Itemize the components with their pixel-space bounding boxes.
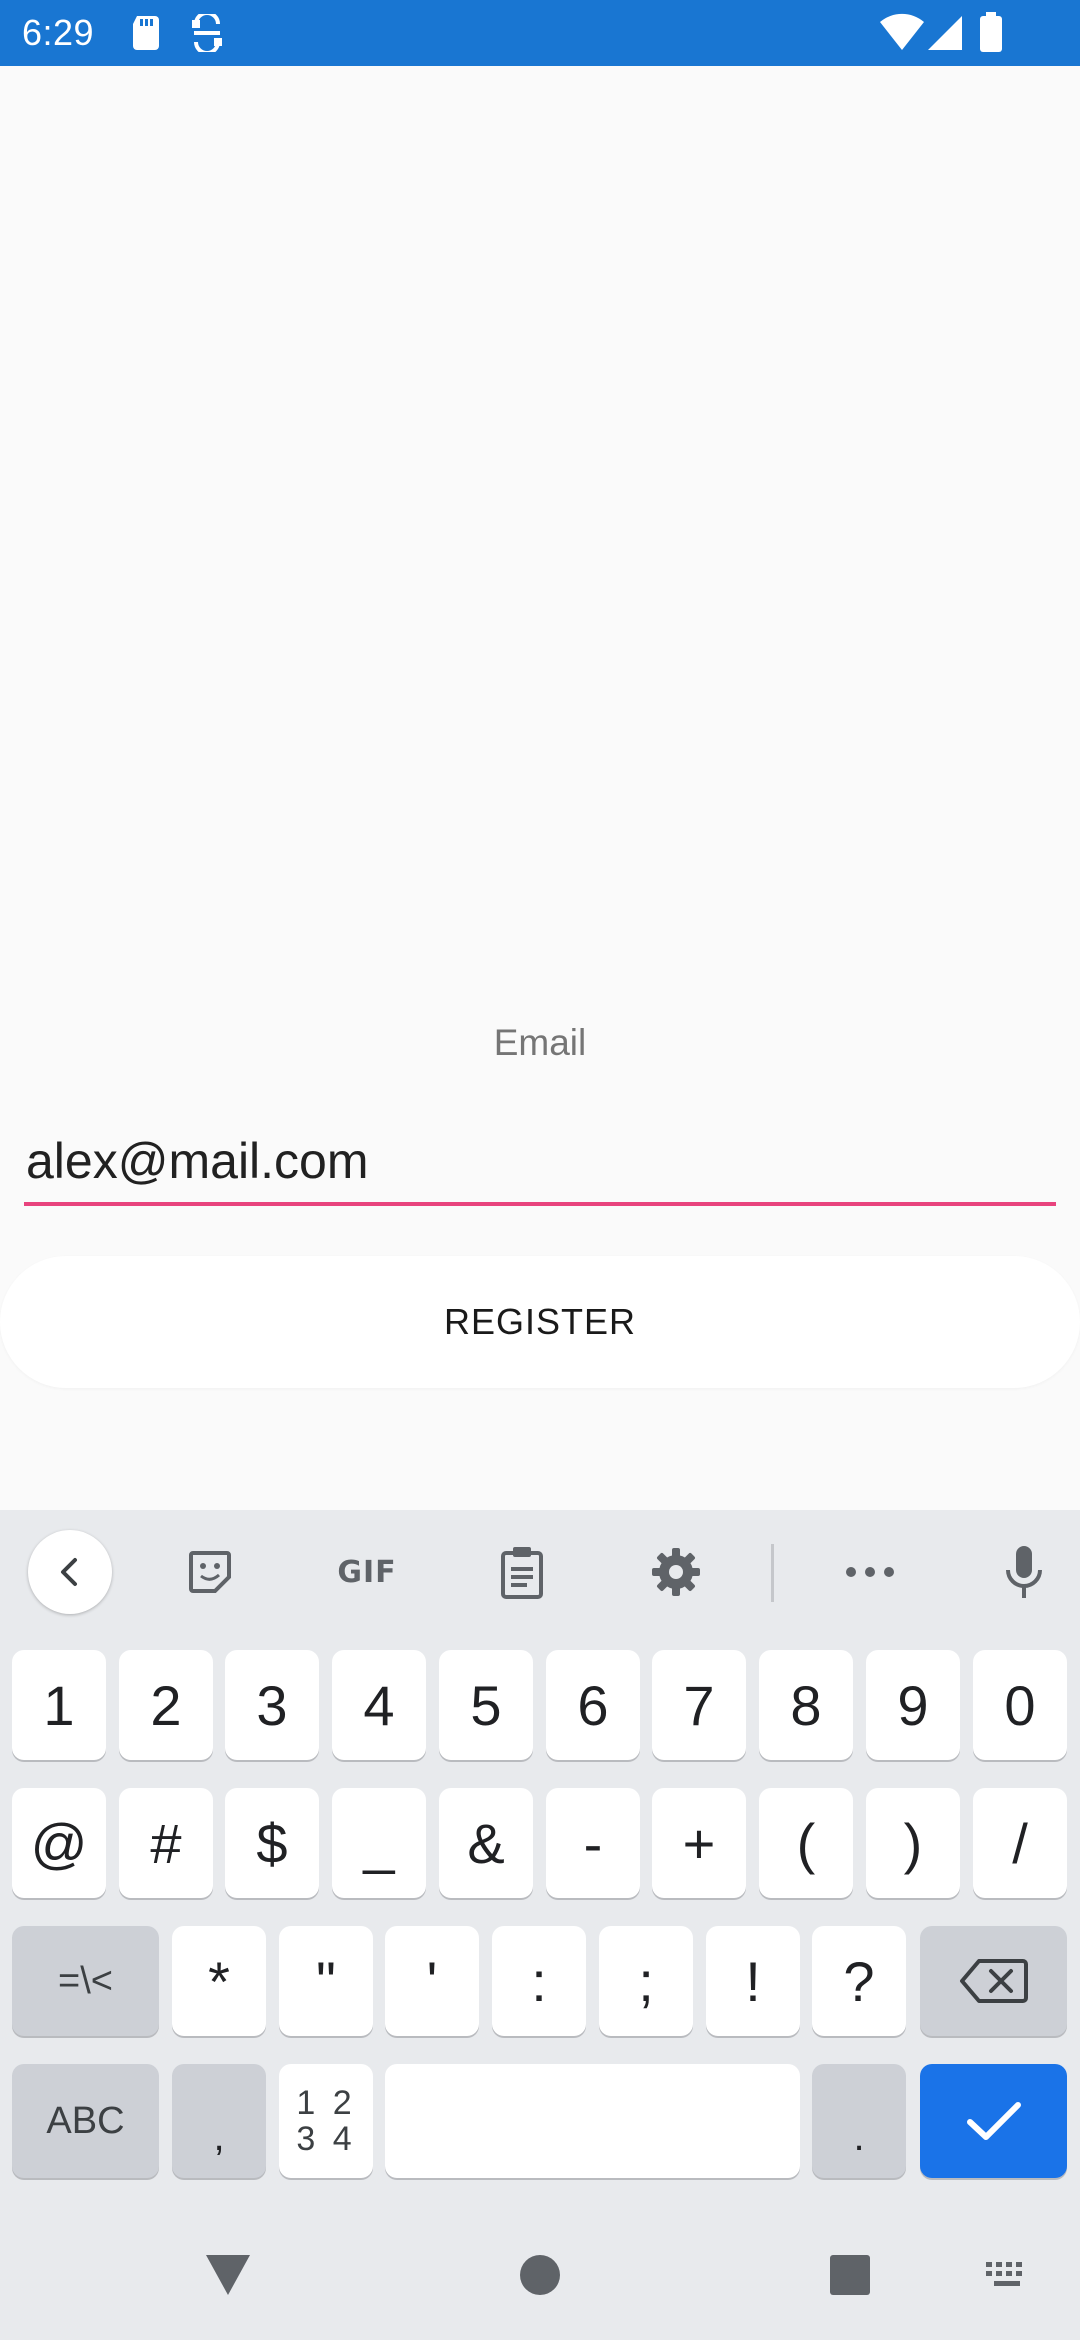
numpad-top-label: 1 2: [296, 2084, 356, 2122]
keyboard-toolbar: GIF: [0, 1510, 1080, 1634]
key-semicolon[interactable]: ;: [599, 1926, 693, 2036]
key-single-quote[interactable]: ': [385, 1926, 479, 2036]
key-0[interactable]: 0: [973, 1650, 1067, 1760]
key-5[interactable]: 5: [439, 1650, 533, 1760]
space-key[interactable]: [385, 2064, 800, 2178]
key-dollar[interactable]: $: [225, 1788, 319, 1898]
status-bar: 6:29: [0, 0, 1080, 66]
key-9[interactable]: 9: [866, 1650, 960, 1760]
status-time: 6:29: [22, 12, 95, 53]
comma-key[interactable]: ,: [172, 2064, 266, 2178]
key-at[interactable]: @: [12, 1788, 106, 1898]
symbols-page-key[interactable]: =\<: [12, 1926, 159, 2036]
key-4[interactable]: 4: [332, 1650, 426, 1760]
key-3[interactable]: 3: [225, 1650, 319, 1760]
key-slash[interactable]: /: [973, 1788, 1067, 1898]
numpad-key[interactable]: 1 2 3 4: [279, 2064, 373, 2178]
battery-icon: [980, 12, 1002, 57]
key-open-paren[interactable]: (: [759, 1788, 853, 1898]
key-colon[interactable]: :: [492, 1926, 586, 2036]
email-label: Email: [493, 1022, 587, 1063]
email-field[interactable]: [24, 1120, 1056, 1206]
key-8[interactable]: 8: [759, 1650, 853, 1760]
key-close-paren[interactable]: ): [866, 1788, 960, 1898]
key-plus[interactable]: +: [652, 1788, 746, 1898]
period-key[interactable]: .: [812, 2064, 906, 2178]
sd-card-icon: [131, 14, 161, 55]
chevron-left-icon[interactable]: [28, 1530, 112, 1614]
backspace-key[interactable]: [920, 1926, 1067, 2036]
key-minus[interactable]: -: [546, 1788, 640, 1898]
key-question[interactable]: ?: [812, 1926, 906, 2036]
more-icon[interactable]: [828, 1530, 912, 1614]
clipboard-icon[interactable]: [480, 1530, 564, 1614]
gif-label: GIF: [337, 1554, 397, 1590]
mic-icon[interactable]: [982, 1530, 1066, 1614]
numpad-bottom-label: 3 4: [296, 2120, 356, 2158]
home-circle-icon[interactable]: [505, 2240, 575, 2310]
key-double-quote[interactable]: ": [279, 1926, 373, 2036]
wifi-icon: [880, 12, 924, 57]
abc-key[interactable]: ABC: [12, 2064, 159, 2178]
keyboard-switch-icon[interactable]: [972, 2240, 1042, 2310]
key-7[interactable]: 7: [652, 1650, 746, 1760]
gif-button[interactable]: GIF: [322, 1530, 412, 1614]
checkmark-icon: [966, 2102, 1021, 2140]
enter-key[interactable]: [920, 2064, 1067, 2178]
navigation-bar: [0, 2210, 1080, 2340]
gear-icon[interactable]: [634, 1530, 718, 1614]
screenshot-sync-icon: [190, 11, 224, 57]
key-1[interactable]: 1: [12, 1650, 106, 1760]
register-button[interactable]: REGISTER: [0, 1256, 1080, 1388]
key-exclamation[interactable]: !: [706, 1926, 800, 2036]
recents-square-icon[interactable]: [815, 2240, 885, 2310]
back-triangle-icon[interactable]: [193, 2240, 263, 2310]
key-ampersand[interactable]: &: [439, 1788, 533, 1898]
key-underscore[interactable]: _: [332, 1788, 426, 1898]
toolbar-divider: [771, 1544, 774, 1602]
backspace-icon: [959, 1959, 1028, 2003]
sticker-icon[interactable]: [168, 1530, 252, 1614]
key-hash[interactable]: #: [119, 1788, 213, 1898]
key-2[interactable]: 2: [119, 1650, 213, 1760]
key-asterisk[interactable]: *: [172, 1926, 266, 2036]
signal-icon: [928, 12, 964, 57]
key-6[interactable]: 6: [546, 1650, 640, 1760]
